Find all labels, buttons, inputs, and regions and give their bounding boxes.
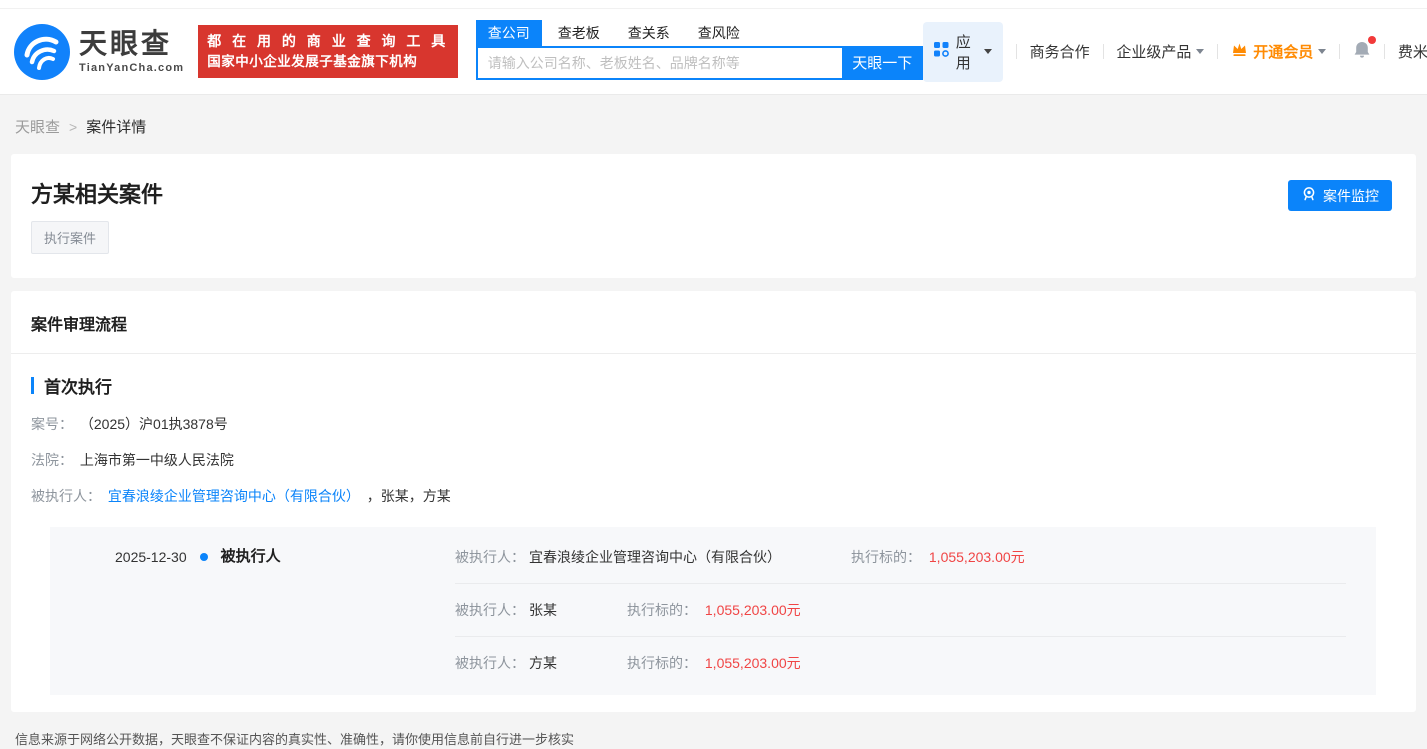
site-header: 天眼查 TianYanCha.com 都 在 用 的 商 业 查 询 工 具 国… [0, 9, 1427, 95]
breadcrumb-home[interactable]: 天眼查 [15, 116, 60, 137]
row-executee-label: 被执行人： [455, 600, 525, 620]
timeline-event: 被执行人 [221, 547, 281, 567]
nav-enterprise[interactable]: 企业级产品 [1116, 41, 1204, 62]
nav-apps-label: 应用 [956, 31, 972, 73]
bell-icon [1353, 40, 1371, 63]
row-executee-name-link[interactable]: 宜春浪绫企业管理咨询中心（有限合伙） [529, 547, 781, 567]
nav-vip[interactable]: 开通会员 [1231, 41, 1326, 62]
row-amount-value: 1,055,203.00元 [705, 655, 801, 671]
search-button[interactable]: 天眼一下 [842, 46, 923, 80]
chevron-down-icon [1196, 49, 1204, 54]
case-type-tag: 执行案件 [31, 221, 109, 254]
nav-enterprise-label: 企业级产品 [1116, 41, 1191, 62]
row-executee-label: 被执行人： [455, 547, 525, 567]
logo-title: 天眼查 [79, 30, 184, 58]
search-tabs: 查公司 查老板 查关系 查风险 [476, 24, 923, 46]
table-row: 被执行人： 方某 执行标的： 1,055,203.00元 [455, 636, 1346, 689]
nav-cooperation-label: 商务合作 [1030, 41, 1090, 62]
search-box: 查公司 查老板 查关系 查风险 天眼一下 [476, 24, 923, 80]
breadcrumb: 天眼查 > 案件详情 [0, 95, 1427, 154]
nav-user-label: 费米 [1398, 41, 1427, 62]
row-amount-value: 1,055,203.00元 [705, 602, 801, 618]
table-row: 被执行人： 张某 执行标的： 1,055,203.00元 [455, 583, 1346, 636]
notification-button[interactable] [1353, 40, 1371, 63]
tianyancha-eye-icon [14, 24, 70, 80]
tab-search-risk[interactable]: 查风险 [686, 20, 752, 46]
divider [1339, 44, 1340, 59]
case-number-label: 案号： [31, 416, 73, 432]
case-number-value: （2025）沪01执3878号 [80, 416, 228, 432]
timeline-left: 2025-12-30 被执行人 [50, 530, 455, 689]
field-court: 法院： 上海市第一中级人民法院 [31, 450, 1396, 470]
divider [1384, 44, 1385, 59]
webcam-icon [1301, 186, 1317, 205]
court-label: 法院： [31, 452, 73, 468]
case-monitor-label: 案件监控 [1323, 186, 1379, 206]
tab-search-relation[interactable]: 查关系 [616, 20, 682, 46]
page-title: 方某相关案件 [31, 182, 1396, 208]
stage-title: 首次执行 [44, 373, 112, 398]
notification-dot [1368, 36, 1376, 44]
nav-cooperation[interactable]: 商务合作 [1030, 41, 1090, 62]
timeline-block: 2025-12-30 被执行人 被执行人： 宜春浪绫企业管理咨询中心（有限合伙）… [50, 527, 1376, 695]
row-amount-group: 执行标的： 1,055,203.00元 [627, 600, 801, 620]
executees-rest: ，张某，方某 [367, 488, 451, 504]
breadcrumb-separator: > [69, 119, 77, 135]
nav-user[interactable]: 费米 [1398, 41, 1427, 62]
logo-domain: TianYanCha.com [79, 63, 184, 74]
row-amount-label: 执行标的： [851, 549, 921, 565]
crown-icon [1231, 42, 1253, 61]
row-amount-group: 执行标的： 1,055,203.00元 [627, 653, 801, 673]
case-monitor-button[interactable]: 案件监控 [1288, 180, 1392, 211]
slogan-line1: 都 在 用 的 商 业 查 询 工 具 [207, 31, 449, 52]
stage-accent-bar [31, 377, 34, 394]
header-nav: 应用 商务合作 企业级产品 开通会员 [923, 22, 1427, 82]
table-row: 被执行人： 宜春浪绫企业管理咨询中心（有限合伙） 执行标的： 1,055,203… [455, 530, 1346, 583]
chevron-down-icon [984, 49, 992, 54]
site-logo[interactable]: 天眼查 TianYanCha.com [14, 24, 184, 80]
timeline-dot-icon [200, 553, 208, 561]
row-executee-label: 被执行人： [455, 653, 525, 673]
disclaimer-text: 信息来源于网络公开数据，天眼查不保证内容的真实性、准确性，请你使用信息前自行进一… [15, 732, 574, 747]
disclaimer-footer: 信息来源于网络公开数据，天眼查不保证内容的真实性、准确性，请你使用信息前自行进一… [0, 712, 1427, 749]
stage-title-row: 首次执行 [31, 373, 1396, 398]
case-header-card: 方某相关案件 执行案件 案件监控 [11, 154, 1416, 278]
row-amount-label: 执行标的： [627, 655, 697, 671]
row-executee-name: 方某 [529, 653, 557, 673]
breadcrumb-current: 案件详情 [86, 116, 146, 137]
nav-apps[interactable]: 应用 [923, 22, 1003, 82]
nav-vip-label: 开通会员 [1253, 41, 1313, 62]
section-title: 案件审理流程 [11, 291, 1416, 354]
timeline-date: 2025-12-30 [115, 547, 187, 567]
grid-icon [934, 42, 949, 61]
search-input[interactable] [476, 46, 842, 80]
tab-search-company[interactable]: 查公司 [476, 20, 542, 46]
slogan-line2: 国家中小企业发展子基金旗下机构 [207, 52, 449, 72]
row-amount-label: 执行标的： [627, 602, 697, 618]
divider [1016, 44, 1017, 59]
divider [1103, 44, 1104, 59]
row-executee-name: 张某 [529, 600, 557, 620]
chevron-down-icon [1318, 49, 1326, 54]
tab-search-boss[interactable]: 查老板 [546, 20, 612, 46]
stage-first-execution: 首次执行 案号： （2025）沪01执3878号 法院： 上海市第一中级人民法院… [11, 354, 1416, 695]
field-executees: 被执行人： 宜春浪绫企业管理咨询中心（有限合伙） ，张某，方某 [31, 486, 1396, 506]
executees-label: 被执行人： [31, 488, 101, 504]
top-strip [0, 0, 1427, 9]
divider [1217, 44, 1218, 59]
executee-company-link[interactable]: 宜春浪绫企业管理咨询中心（有限合伙） [108, 488, 360, 504]
court-value: 上海市第一中级人民法院 [80, 452, 234, 468]
field-case-number: 案号： （2025）沪01执3878号 [31, 414, 1396, 434]
slogan-badge: 都 在 用 的 商 业 查 询 工 具 国家中小企业发展子基金旗下机构 [198, 25, 458, 78]
row-amount-group: 执行标的： 1,055,203.00元 [851, 547, 1025, 567]
timeline-rows: 被执行人： 宜春浪绫企业管理咨询中心（有限合伙） 执行标的： 1,055,203… [455, 530, 1346, 689]
case-process-card: 案件审理流程 首次执行 案号： （2025）沪01执3878号 法院： 上海市第… [11, 291, 1416, 712]
row-amount-value: 1,055,203.00元 [929, 549, 1025, 565]
